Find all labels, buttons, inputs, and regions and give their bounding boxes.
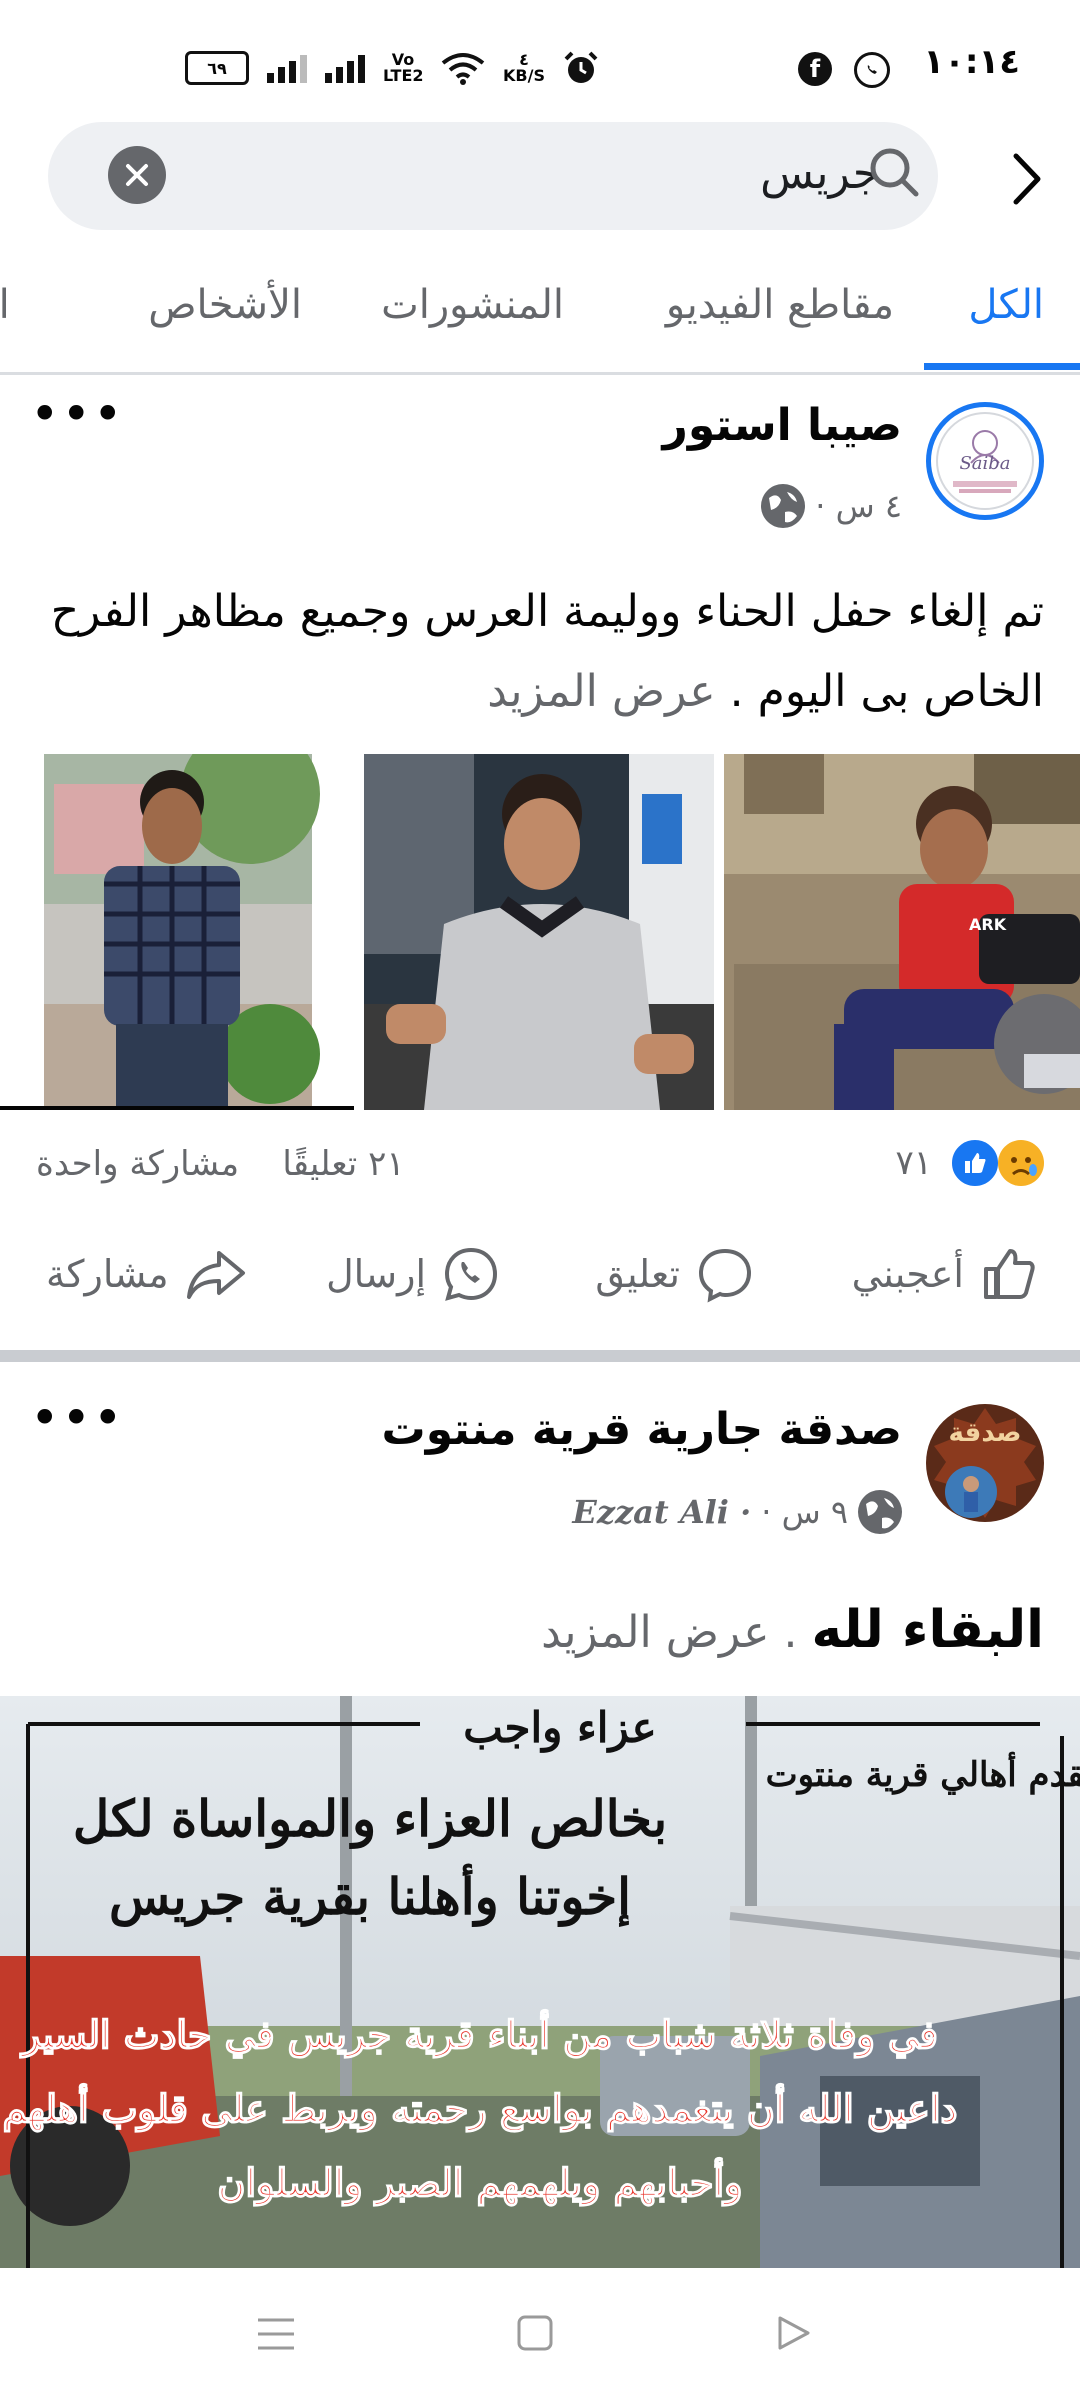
signal-icon-1 <box>267 53 307 83</box>
whatsapp-icon <box>854 52 890 88</box>
wifi-icon <box>441 53 485 85</box>
post-meta: ٩ س · Ezzat Ali · <box>572 1490 902 1534</box>
reaction-count: ٧١ <box>895 1143 932 1183</box>
sad-reaction-icon <box>998 1140 1044 1186</box>
post-text: تم إلغاء حفل الحناء ووليمة العرس وجميع م… <box>50 586 1044 717</box>
see-more-link[interactable]: عرض المزيد <box>541 1607 769 1658</box>
like-button[interactable]: أعجبني <box>852 1245 1038 1303</box>
svg-text:في وفاة ثلاثة شباب من أبناء قر: في وفاة ثلاثة شباب من أبناء قرية جريس في… <box>19 2009 938 2058</box>
post-options-button[interactable]: ••• <box>30 389 124 439</box>
back-arrow-icon[interactable] <box>1002 150 1052 208</box>
close-icon <box>126 164 148 186</box>
battery-icon: ٦٩ <box>185 51 249 85</box>
post-photo-2[interactable] <box>364 754 714 1110</box>
notification-icons: f <box>798 52 890 88</box>
tabs-divider <box>0 372 1080 375</box>
svg-text:داعين الله أن يتغمدهم بواسع رح: داعين الله أن يتغمدهم بواسع رحمته ويربط … <box>3 2083 958 2132</box>
svg-text:يتقدم أهالي قرية منتوت: يتقدم أهالي قرية منتوت <box>766 1752 1080 1795</box>
post-image[interactable]: عزاء واجب يتقدم أهالي قرية منتوت بخالص ا… <box>0 1696 1080 2268</box>
avatar[interactable]: صدقة <box>926 1404 1044 1522</box>
post-photo-1[interactable]: ARK <box>724 754 1080 1110</box>
post-poster-name[interactable]: Ezzat Ali · <box>572 1493 751 1531</box>
svg-text:وأحبابهم ويلهمهم الصبر والسلوا: وأحبابهم ويلهمهم الصبر والسلوان <box>218 2157 743 2206</box>
tab-videos[interactable]: مقاطع الفيديو <box>666 282 894 328</box>
tab-people[interactable]: الأشخاص <box>148 282 302 328</box>
tab-all[interactable]: الكل <box>968 282 1044 328</box>
globe-icon <box>858 1490 902 1534</box>
alarm-icon <box>564 51 598 83</box>
like-reaction-icon <box>950 1138 1000 1188</box>
svg-text:ARK: ARK <box>969 915 1007 934</box>
avatar[interactable]: Saiba <box>926 402 1044 520</box>
back-icon[interactable] <box>774 2314 812 2352</box>
status-bar: ١٠:١٤ f ٦٩ Vo LTE2 ٤ KB/S <box>0 0 1080 120</box>
search-input[interactable]: جريس <box>760 148 880 199</box>
send-button[interactable]: إرسال <box>326 1245 500 1303</box>
comment-count[interactable]: ٢١ تعليقًا <box>282 1144 404 1184</box>
post-author-name[interactable]: صدقة جارية قرية منتوت <box>381 1404 902 1455</box>
post-time: ٩ س · <box>761 1493 848 1531</box>
post-photo-3[interactable] <box>0 754 354 1110</box>
search-icon <box>870 148 919 197</box>
reaction-summary[interactable]: ٧١ <box>895 1138 1044 1188</box>
system-navigation-bar <box>0 2268 1080 2400</box>
active-tab-indicator <box>924 363 1080 370</box>
share-count[interactable]: مشاركة واحدة <box>36 1144 239 1184</box>
comment-button[interactable]: تعليق <box>595 1245 754 1303</box>
globe-icon <box>761 484 806 528</box>
share-button[interactable]: مشاركة <box>46 1245 247 1303</box>
menu-icon[interactable] <box>256 2316 296 2352</box>
clock: ١٠:١٤ <box>923 42 1020 82</box>
signal-icon-2 <box>325 53 365 83</box>
tab-groups[interactable]: المجموعات <box>0 282 52 328</box>
network-speed: ٤ KB/S <box>503 50 545 85</box>
post-meta: ٤ س · <box>761 484 902 528</box>
tab-posts[interactable]: المنشورات <box>381 282 564 328</box>
thumbs-up-icon <box>984 1249 1035 1299</box>
post-text: البقاء لله . عرض المزيد <box>541 1600 1044 1660</box>
svg-text:إخوتنا وأهلنا بقرية جريس: إخوتنا وأهلنا بقرية جريس <box>109 1863 631 1928</box>
share-icon <box>186 1251 245 1299</box>
post-separator <box>0 1350 1080 1362</box>
clear-search-button[interactable] <box>108 146 166 204</box>
home-icon[interactable] <box>516 2314 554 2352</box>
see-more-link[interactable]: عرض المزيد <box>487 666 715 717</box>
svg-text:بخالص العزاء والمواساة لكل: بخالص العزاء والمواساة لكل <box>73 1789 667 1849</box>
facebook-icon: f <box>798 52 832 86</box>
post-time: ٤ س · <box>815 487 902 525</box>
comment-icon <box>698 1248 752 1303</box>
svg-text:عزاء واجب: عزاء واجب <box>463 1703 656 1753</box>
system-icons: ٦٩ Vo LTE2 ٤ KB/S <box>185 50 599 86</box>
volte-label: Vo LTE2 <box>383 50 424 85</box>
engagement-counts: ٢١ تعليقًا مشاركة واحدة <box>36 1144 405 1184</box>
post-author-name[interactable]: صيبا استور <box>662 400 902 451</box>
whatsapp-icon <box>444 1247 498 1301</box>
search-filter-tabs: الكل مقاطع الفيديو المنشورات الأشخاص الم… <box>0 270 1080 374</box>
post-options-button[interactable]: ••• <box>30 1393 124 1443</box>
